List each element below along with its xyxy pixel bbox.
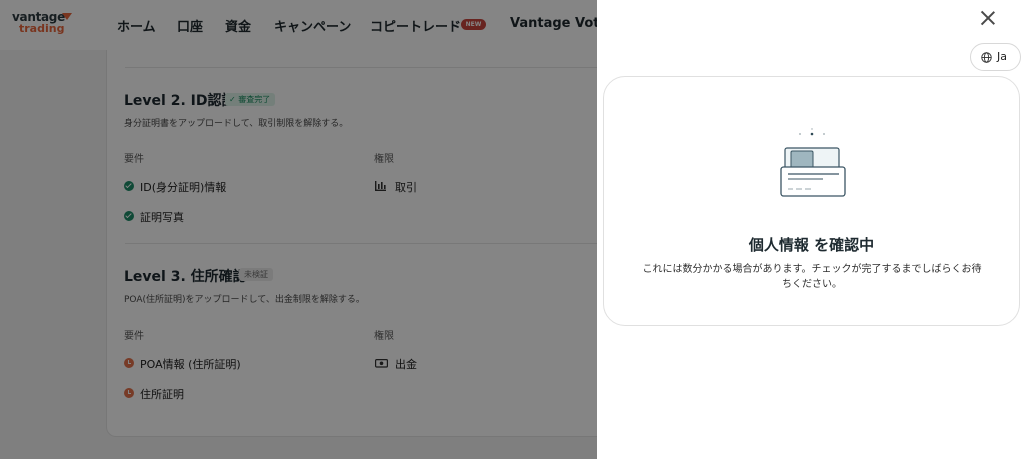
close-icon[interactable]	[978, 8, 998, 28]
document-review-illustration	[780, 128, 846, 197]
status-card: 個人情報 を確認中 これには数分かかる場合があります。チェックが完了するまでしば…	[603, 76, 1020, 326]
language-selector[interactable]: Ja	[970, 43, 1021, 71]
status-title: 個人情報 を確認中	[748, 236, 875, 254]
status-message: これには数分かかる場合があります。チェックが完了するまでしばらくお待ちください。	[642, 264, 982, 290]
language-label: Ja	[997, 50, 1007, 63]
modal-backdrop[interactable]	[0, 0, 597, 459]
globe-icon	[981, 52, 992, 63]
